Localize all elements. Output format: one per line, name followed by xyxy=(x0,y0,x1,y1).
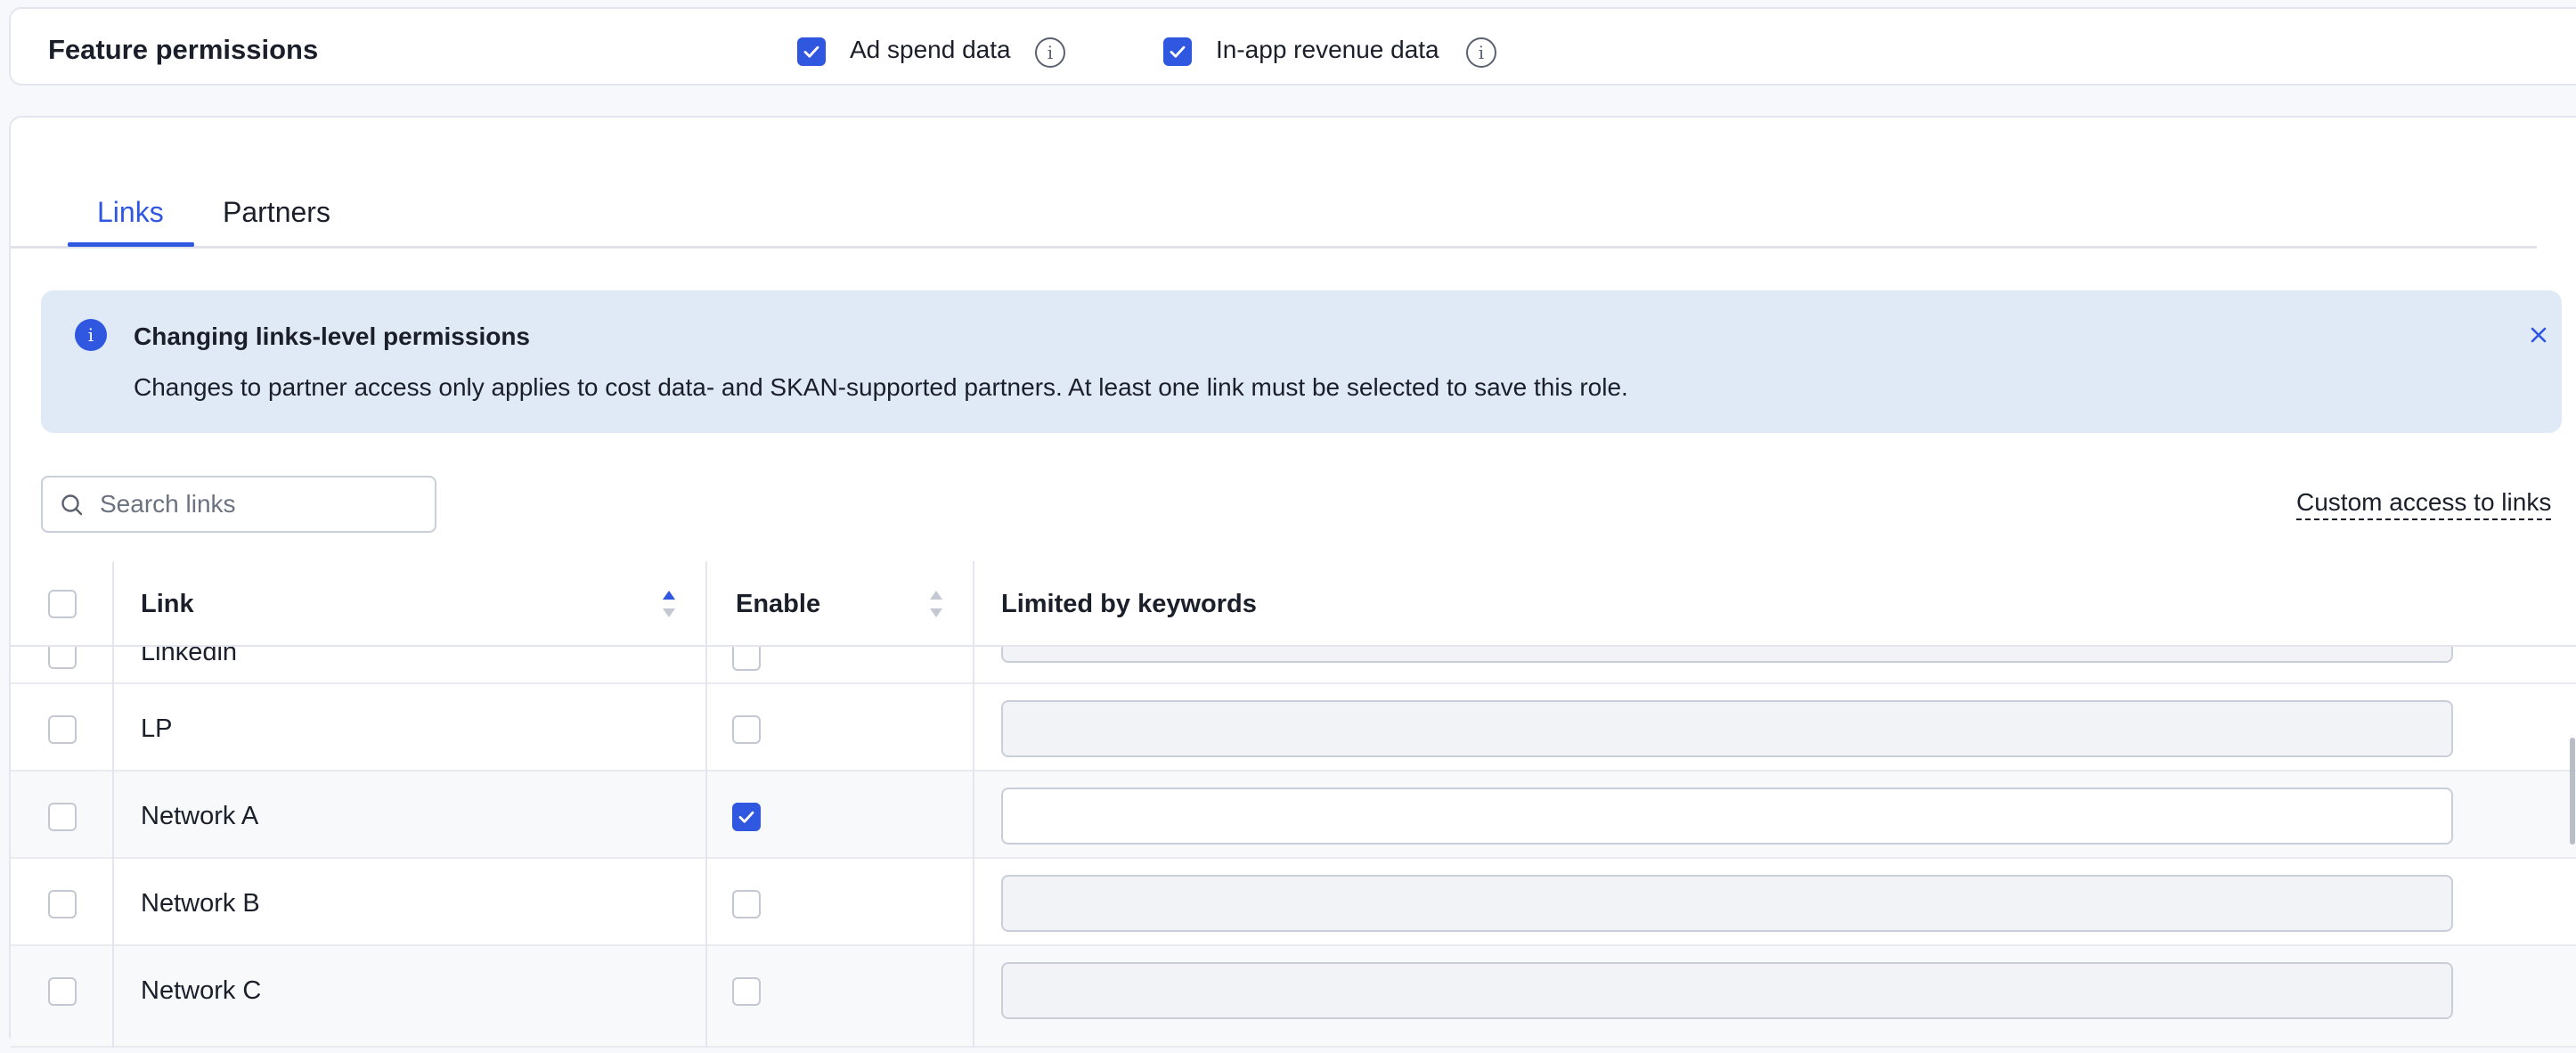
column-header-keywords: Limited by keywords xyxy=(1001,590,1257,618)
column-header-enable[interactable]: Enable xyxy=(736,590,820,619)
enable-checkbox[interactable] xyxy=(732,890,761,918)
scrollbar-thumb[interactable] xyxy=(2570,738,2575,845)
enable-checkbox[interactable] xyxy=(732,977,761,1006)
row-select-checkbox[interactable] xyxy=(48,890,77,918)
search-links-field xyxy=(41,476,436,533)
column-divider xyxy=(705,561,707,1048)
in-app-revenue-label: In-app revenue data xyxy=(1216,36,1439,63)
info-icon[interactable]: i xyxy=(1035,37,1065,68)
ad-spend-checkbox[interactable] xyxy=(797,37,826,66)
links-table: Linkedin LP Network A Network B Network … xyxy=(11,561,2576,1048)
custom-access-link[interactable]: Custom access to links xyxy=(2296,488,2552,520)
info-icon: i xyxy=(75,319,107,351)
keywords-input[interactable] xyxy=(1001,962,2453,1019)
table-row: Network A xyxy=(11,771,2576,859)
search-input[interactable] xyxy=(100,486,420,522)
keywords-input[interactable] xyxy=(1001,875,2453,932)
keywords-input[interactable] xyxy=(1001,788,2453,845)
ad-spend-label: Ad spend data xyxy=(850,36,1011,63)
enable-checkbox[interactable] xyxy=(732,715,761,744)
sort-ascending-icon[interactable] xyxy=(661,588,677,620)
keywords-input[interactable] xyxy=(1001,700,2453,757)
link-name: Network C xyxy=(141,976,262,1005)
tab-links[interactable]: Links xyxy=(97,196,164,229)
search-icon xyxy=(61,494,83,516)
column-divider xyxy=(112,561,114,1048)
table-row: Network B xyxy=(11,859,2576,946)
link-name: Network A xyxy=(141,802,259,830)
in-app-revenue-checkbox[interactable] xyxy=(1163,37,1192,66)
alert-title: Changing links-level permissions xyxy=(134,322,531,350)
link-name: Network B xyxy=(141,889,260,918)
info-icon[interactable]: i xyxy=(1466,37,1496,68)
row-select-checkbox[interactable] xyxy=(48,715,77,744)
select-all-checkbox[interactable] xyxy=(48,590,77,618)
tabs-divider xyxy=(11,246,2537,249)
column-header-link[interactable]: Link xyxy=(141,590,194,619)
row-select-checkbox[interactable] xyxy=(48,977,77,1006)
info-alert: i Changing links-level permissions Chang… xyxy=(41,290,2562,433)
active-tab-indicator xyxy=(68,242,194,247)
table-header: Link Enable Limited by keywords xyxy=(11,561,2576,647)
row-select-checkbox[interactable] xyxy=(48,803,77,831)
table-row: Network C xyxy=(11,946,2576,1048)
column-divider xyxy=(973,561,974,1048)
table-row: LP xyxy=(11,684,2576,771)
links-permissions-panel: Links Partners i Changing links-level pe… xyxy=(9,116,2576,1048)
sort-icon[interactable] xyxy=(928,588,944,620)
feature-permissions-bar: Feature permissions Ad spend data i In-a… xyxy=(9,7,2576,86)
alert-message: Changes to partner access only applies t… xyxy=(134,373,1628,401)
enable-checkbox[interactable] xyxy=(732,803,761,831)
feature-permissions-title: Feature permissions xyxy=(48,34,319,65)
tab-partners[interactable]: Partners xyxy=(223,196,330,229)
close-icon[interactable] xyxy=(2524,321,2553,349)
link-name: LP xyxy=(141,714,173,743)
